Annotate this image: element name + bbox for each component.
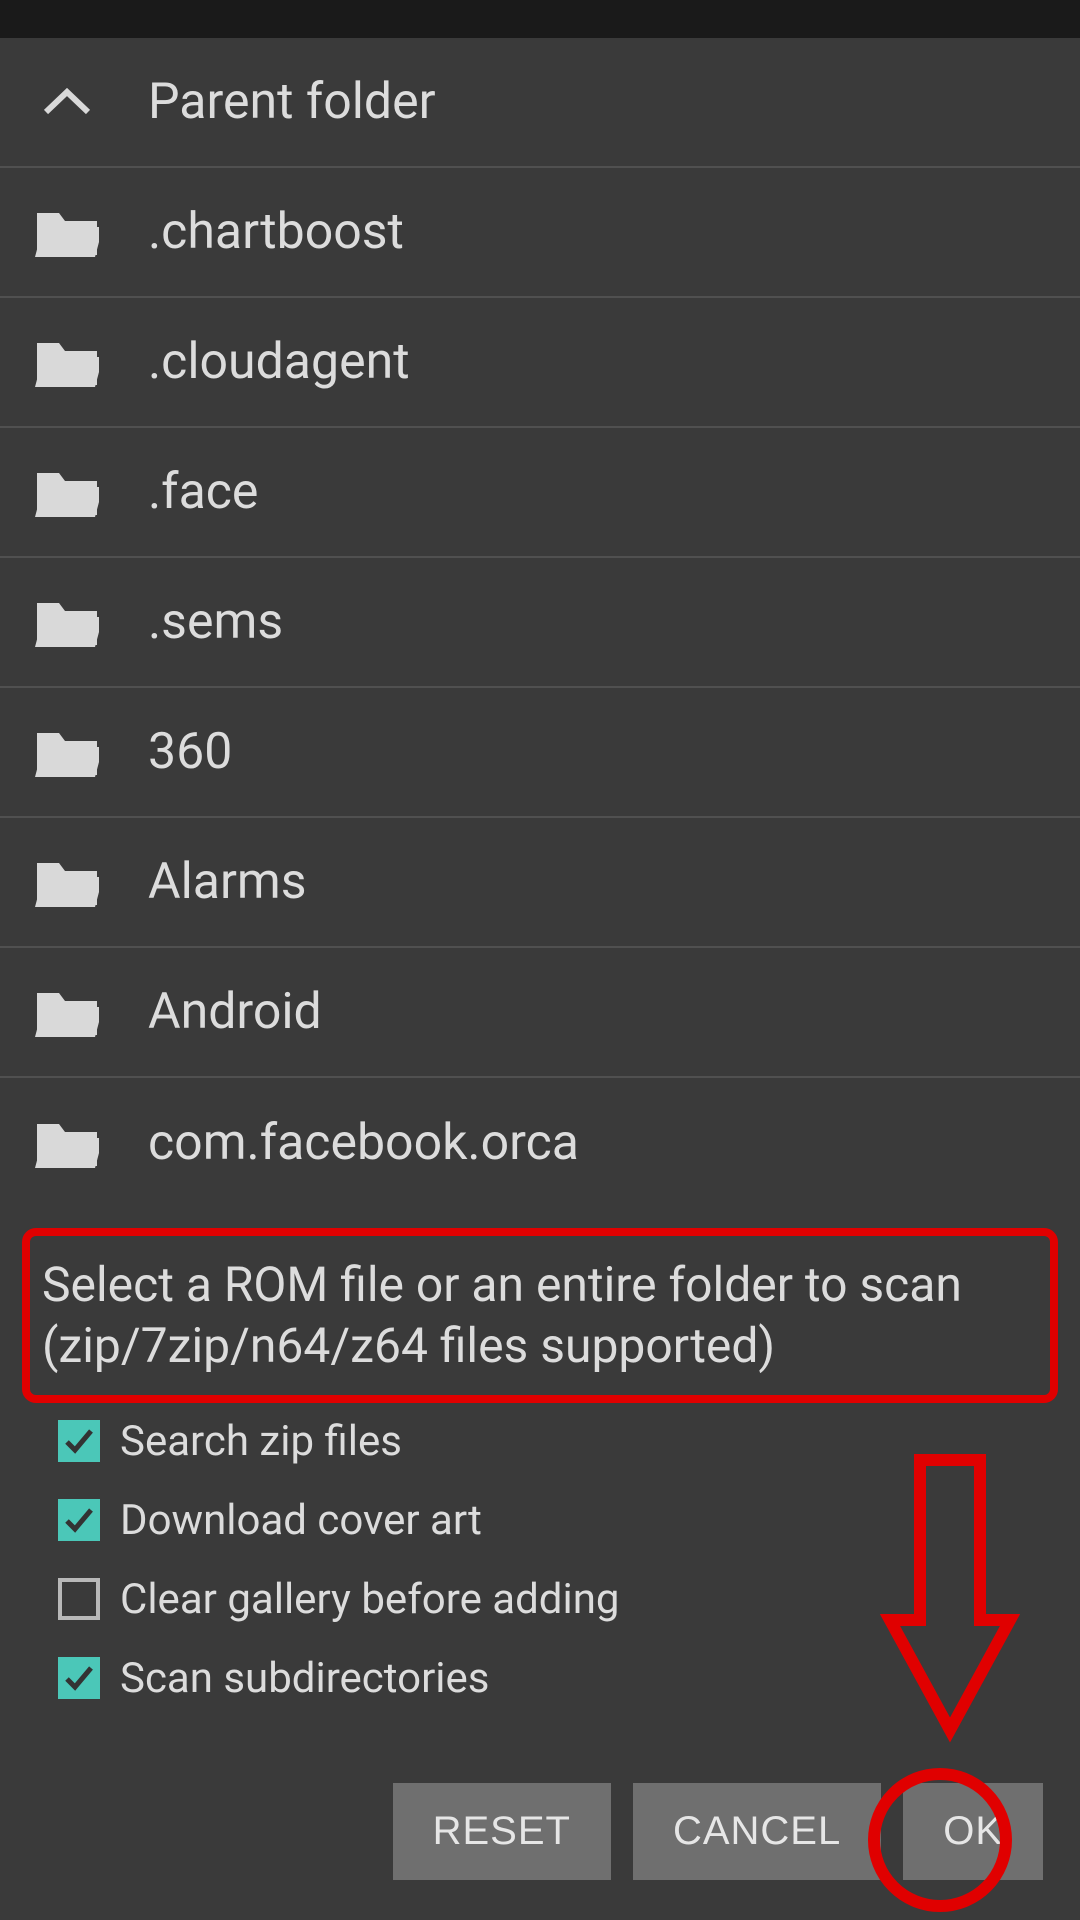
cancel-button[interactable]: CANCEL	[633, 1783, 881, 1880]
folder-item-android[interactable]: Android	[0, 948, 1080, 1078]
checkbox-icon	[58, 1420, 100, 1462]
option-clear-gallery[interactable]: Clear gallery before adding	[58, 1575, 1080, 1624]
folder-label: Android	[148, 983, 322, 1041]
options: Search zip files Download cover art Clea…	[58, 1417, 1080, 1703]
option-search-zip[interactable]: Search zip files	[58, 1417, 1080, 1466]
option-label: Scan subdirectories	[120, 1654, 489, 1703]
button-row: RESET CANCEL OK	[393, 1783, 1043, 1880]
folder-icon	[28, 597, 106, 647]
chevron-up-icon	[28, 88, 106, 116]
folder-label: .sems	[148, 593, 283, 651]
folder-item-chartboost[interactable]: .chartboost	[0, 168, 1080, 298]
checkbox-icon	[58, 1499, 100, 1541]
ok-button[interactable]: OK	[903, 1783, 1043, 1880]
folder-item-cloudagent[interactable]: .cloudagent	[0, 298, 1080, 428]
parent-folder-label: Parent folder	[148, 73, 436, 131]
option-label: Search zip files	[120, 1417, 402, 1466]
folder-item-360[interactable]: 360	[0, 688, 1080, 818]
option-download-cover-art[interactable]: Download cover art	[58, 1496, 1080, 1545]
folder-item-sems[interactable]: .sems	[0, 558, 1080, 688]
folder-label: Alarms	[148, 853, 307, 911]
status-bar	[0, 0, 1080, 38]
folder-item-com-facebook-orca[interactable]: com.facebook.orca	[0, 1078, 1080, 1208]
option-label: Download cover art	[120, 1496, 482, 1545]
hint-text: Select a ROM file or an entire folder to…	[22, 1228, 1058, 1403]
folder-label: 360	[148, 723, 232, 781]
folder-label: com.facebook.orca	[148, 1114, 579, 1172]
file-list: Parent folder .chartboost .cloudagent .f…	[0, 38, 1080, 1208]
folder-icon	[28, 727, 106, 777]
folder-icon	[28, 987, 106, 1037]
folder-label: .cloudagent	[148, 333, 410, 391]
folder-icon	[28, 467, 106, 517]
folder-icon	[28, 857, 106, 907]
folder-icon	[28, 337, 106, 387]
folder-icon	[28, 207, 106, 257]
folder-icon	[28, 1118, 106, 1168]
option-scan-subdirs[interactable]: Scan subdirectories	[58, 1654, 1080, 1703]
parent-folder-item[interactable]: Parent folder	[0, 38, 1080, 168]
folder-item-face[interactable]: .face	[0, 428, 1080, 558]
folder-label: .chartboost	[148, 203, 404, 261]
checkbox-icon	[58, 1657, 100, 1699]
option-label: Clear gallery before adding	[120, 1575, 620, 1624]
checkbox-icon	[58, 1578, 100, 1620]
folder-item-alarms[interactable]: Alarms	[0, 818, 1080, 948]
folder-label: .face	[148, 463, 258, 521]
reset-button[interactable]: RESET	[393, 1783, 611, 1880]
